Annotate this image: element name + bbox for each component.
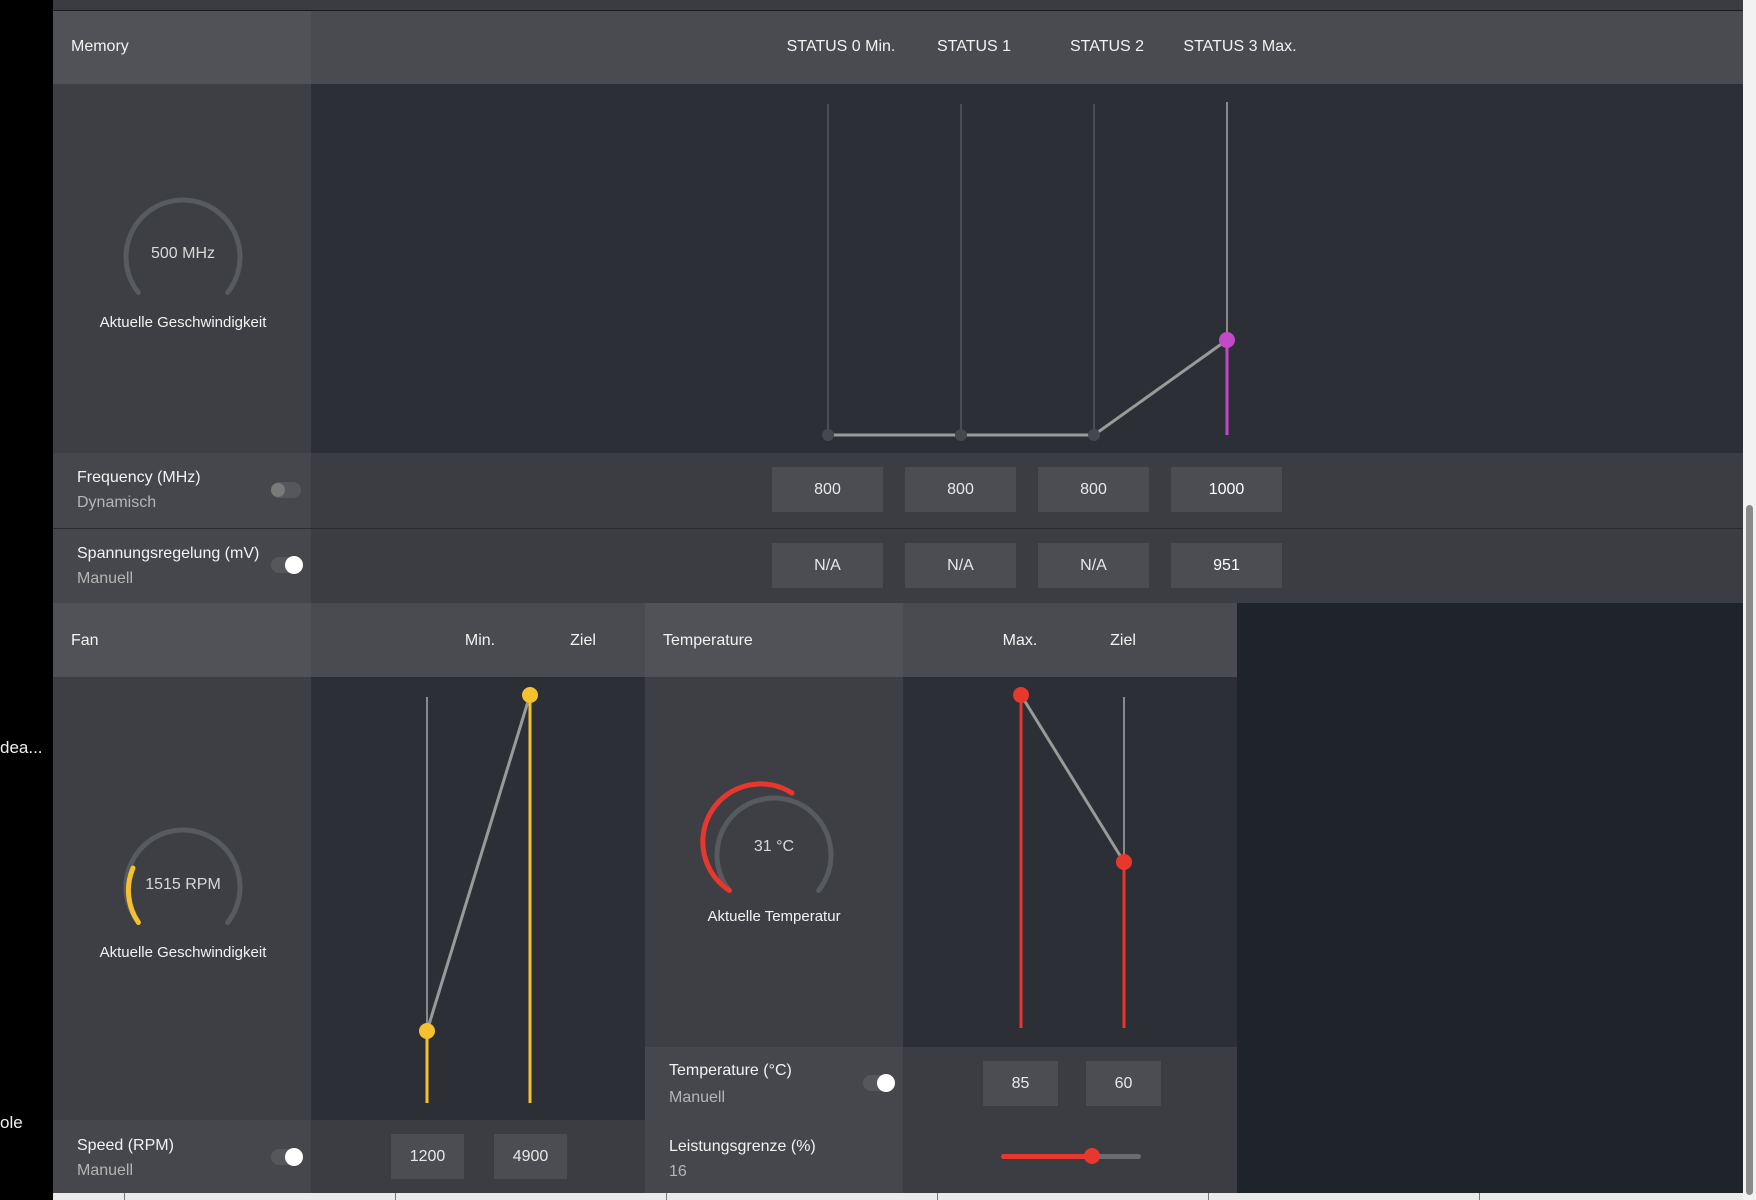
- fan-speed-mode: Manuell: [77, 1162, 134, 1179]
- toggle-knob: [285, 1148, 303, 1166]
- power-limit-label: Leistungsgrenze (%): [669, 1138, 816, 1155]
- temperature-toggle[interactable]: [863, 1074, 895, 1092]
- power-limit-slider-handle[interactable]: [1084, 1148, 1100, 1164]
- scrollbar-thumb[interactable]: [1746, 505, 1753, 1195]
- temperature-target-input[interactable]: 60: [1086, 1061, 1161, 1106]
- power-limit-slider-fill: [1001, 1154, 1092, 1159]
- temperature-max-input[interactable]: 85: [983, 1061, 1058, 1106]
- vertical-scrollbar[interactable]: [1743, 0, 1756, 1200]
- toggle-knob: [877, 1074, 895, 1092]
- temperature-max-handle[interactable]: [1013, 687, 1029, 703]
- background-window-text-1: dea...: [0, 738, 43, 757]
- temperature-curve-chart: [1013, 687, 1132, 1028]
- fan-min-input[interactable]: 1200: [391, 1134, 464, 1179]
- temperature-row-mode: Manuell: [669, 1089, 726, 1106]
- background-window-text-2: ole: [0, 1113, 23, 1132]
- empty-region: [1237, 603, 1743, 1193]
- fan-target-input[interactable]: 4900: [494, 1134, 567, 1179]
- wattman-panel: Memory STATUS 0 Min. STATUS 1 STATUS 2 S…: [53, 0, 1743, 1200]
- fan-speed-label: Speed (RPM): [77, 1137, 174, 1154]
- bottom-tab-strip: [53, 1193, 1743, 1200]
- fan-speed-toggle[interactable]: [271, 1148, 303, 1166]
- temperature-row-label: Temperature (°C): [669, 1062, 792, 1079]
- temperature-target-handle[interactable]: [1116, 854, 1132, 870]
- power-limit-value: 16: [669, 1163, 687, 1180]
